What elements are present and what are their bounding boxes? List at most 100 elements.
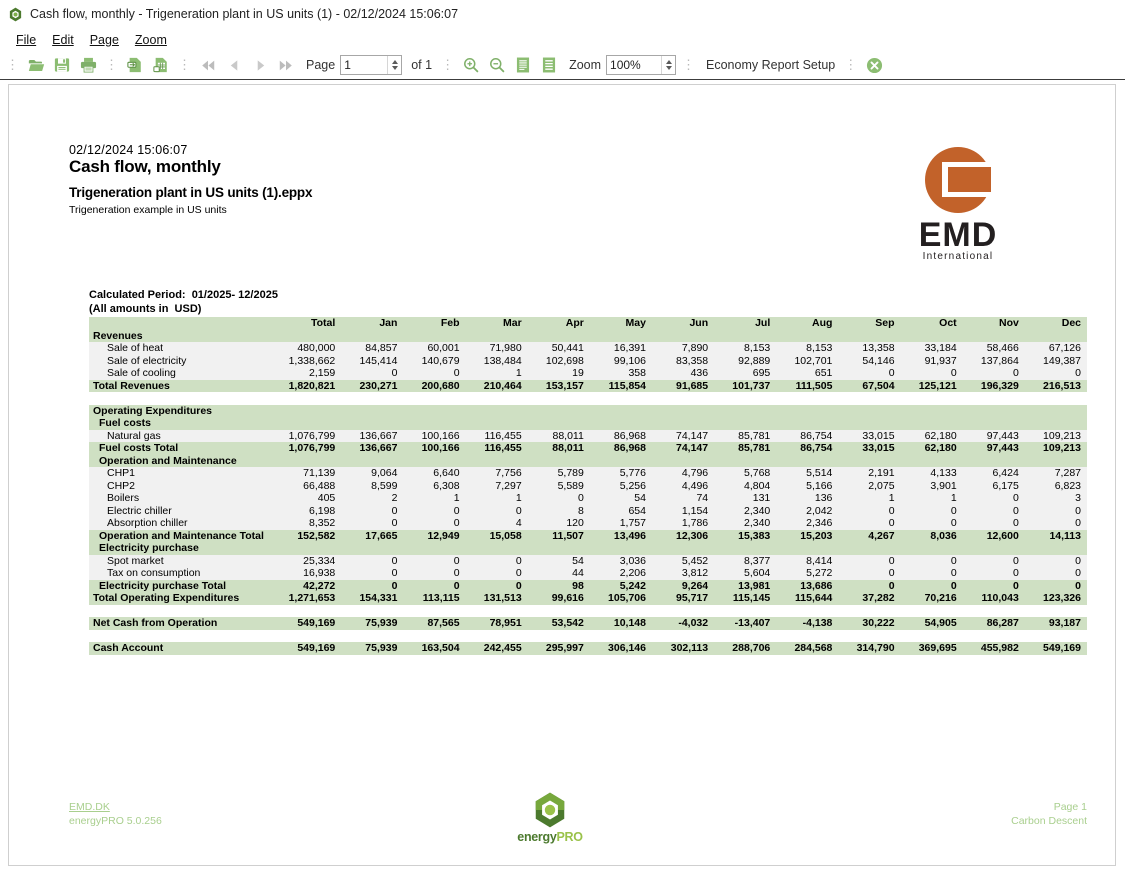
cell-nov: 0 xyxy=(962,579,1025,592)
column-header-feb: Feb xyxy=(403,317,466,330)
cell-total xyxy=(279,542,342,555)
close-circle-icon[interactable] xyxy=(862,54,886,76)
footer-right: Page 1 Carbon Descent xyxy=(1011,800,1087,828)
row-label: Operation and Maintenance Total xyxy=(89,529,280,542)
next-page-icon[interactable] xyxy=(248,54,272,76)
cell-may: 5,776 xyxy=(589,467,652,480)
page-stepper[interactable] xyxy=(340,55,403,75)
cell-may: 654 xyxy=(589,504,652,517)
cell-aug xyxy=(776,329,839,342)
page-spin-arrows[interactable] xyxy=(387,56,401,74)
cell-dec xyxy=(1024,329,1087,342)
table-spacer-row xyxy=(89,604,1087,617)
cell-jan xyxy=(341,454,404,467)
emd-website-link[interactable]: EMD.DK xyxy=(69,800,162,814)
previous-page-icon[interactable] xyxy=(222,54,246,76)
menu-item-edit[interactable]: Edit xyxy=(44,33,82,47)
column-header-label xyxy=(89,317,280,330)
toolbar-grip-2[interactable] xyxy=(101,57,122,73)
cell-oct: 54,905 xyxy=(900,617,963,630)
fit-page-icon[interactable] xyxy=(511,54,535,76)
cell-sep: 0 xyxy=(838,367,901,380)
cell-apr: 99,616 xyxy=(527,592,590,605)
row-label: Electric chiller xyxy=(89,504,280,517)
zoom-spin-up-icon[interactable] xyxy=(665,60,672,64)
cell-dec: 0 xyxy=(1024,367,1087,380)
menu-page-label: Page xyxy=(89,33,119,47)
row-label: Electricity purchase xyxy=(89,542,280,555)
cell-jan: 9,064 xyxy=(341,467,404,480)
cell-jul: 288,706 xyxy=(714,642,777,655)
row-label: Cash Account xyxy=(89,642,280,655)
menu-file-label: File xyxy=(16,33,37,47)
cell-mar: 0 xyxy=(465,554,528,567)
cell-aug xyxy=(776,454,839,467)
toolbar-grip-5[interactable] xyxy=(678,57,699,73)
report-viewport[interactable]: 02/12/2024 15:06:07 Cash flow, monthly T… xyxy=(0,80,1125,873)
cell-nov: 0 xyxy=(962,554,1025,567)
fit-width-icon[interactable] xyxy=(537,54,561,76)
toolbar-grip-6[interactable] xyxy=(840,57,861,73)
cell-total: 549,169 xyxy=(279,617,342,630)
cell-jan: 0 xyxy=(341,567,404,580)
toolbar-grip-3[interactable] xyxy=(174,57,195,73)
cell-nov: 97,443 xyxy=(962,442,1025,455)
cell-oct: 62,180 xyxy=(900,429,963,442)
cell-mar: 78,951 xyxy=(465,617,528,630)
cell-jan: 0 xyxy=(341,367,404,380)
cell-jun: 3,812 xyxy=(651,567,715,580)
zoom-spin-arrows[interactable] xyxy=(661,56,675,74)
menu-item-file[interactable]: File xyxy=(8,33,44,47)
menu-item-zoom[interactable]: Zoom xyxy=(127,33,175,47)
row-label: Fuel costs Total xyxy=(89,442,280,455)
zoom-label: Zoom xyxy=(569,58,602,72)
open-folder-icon[interactable] xyxy=(24,54,48,76)
cell-apr: 5,789 xyxy=(527,467,590,480)
cell-total: 1,076,799 xyxy=(279,429,342,442)
cell-jul: 5,768 xyxy=(714,467,777,480)
export-document-icon[interactable] xyxy=(123,54,147,76)
cell-aug: -4,138 xyxy=(776,617,839,630)
zoom-input[interactable] xyxy=(607,56,662,74)
cell-mar xyxy=(465,404,528,417)
page-spin-down-icon[interactable] xyxy=(391,66,398,70)
page-input[interactable] xyxy=(341,56,388,74)
cell-jun: 1,154 xyxy=(651,504,715,517)
export-spreadsheet-icon[interactable] xyxy=(149,54,173,76)
energypro-footer-logo: energyPRO xyxy=(506,791,594,844)
cell-feb: 163,504 xyxy=(403,642,466,655)
zoom-in-icon[interactable] xyxy=(459,54,483,76)
cell-aug: 13,686 xyxy=(776,579,839,592)
cell-total: 1,271,653 xyxy=(279,592,342,605)
zoom-stepper[interactable] xyxy=(606,55,677,75)
cell-may: 358 xyxy=(589,367,652,380)
cell-feb xyxy=(403,404,466,417)
menu-item-page[interactable]: Page xyxy=(82,33,127,47)
cell-apr: 8 xyxy=(527,504,590,517)
cell-nov: 97,443 xyxy=(962,429,1025,442)
first-page-icon[interactable] xyxy=(196,54,220,76)
toolbar-grip-4[interactable] xyxy=(437,57,458,73)
row-label: Total Revenues xyxy=(89,379,280,392)
zoom-out-icon[interactable] xyxy=(485,54,509,76)
economy-report-setup-button[interactable]: Economy Report Setup xyxy=(699,58,840,72)
toolbar-grip-1[interactable] xyxy=(2,57,23,73)
zoom-spin-down-icon[interactable] xyxy=(665,66,672,70)
cell-nov xyxy=(962,542,1025,555)
cell-nov: 6,424 xyxy=(962,467,1025,480)
cell-jul xyxy=(714,329,777,342)
print-icon[interactable] xyxy=(76,54,100,76)
cell-apr: 88,011 xyxy=(527,442,590,455)
cell-mar: 7,297 xyxy=(465,479,528,492)
last-page-icon[interactable] xyxy=(274,54,298,76)
column-header-dec: Dec xyxy=(1024,317,1087,330)
cell-oct xyxy=(900,542,963,555)
cell-sep: 67,504 xyxy=(838,379,901,392)
table-row: Electricity purchase xyxy=(89,542,1087,555)
spacer-cell xyxy=(89,604,1087,617)
save-disk-icon[interactable] xyxy=(50,54,74,76)
cell-feb: 100,166 xyxy=(403,429,466,442)
cell-mar: 210,464 xyxy=(465,379,528,392)
cell-dec: 6,823 xyxy=(1024,479,1087,492)
page-spin-up-icon[interactable] xyxy=(391,60,398,64)
